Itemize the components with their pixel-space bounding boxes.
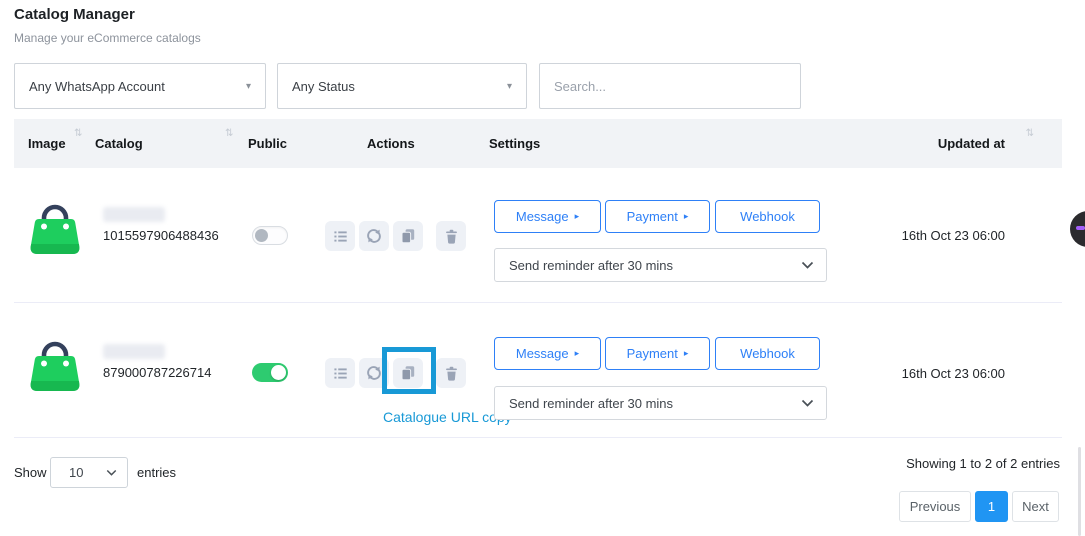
reminder-select[interactable]: Send reminder after 30 mins [494,386,827,420]
column-header-updated-at[interactable]: Updated at [938,136,1005,151]
delete-button[interactable] [436,358,466,388]
catalog-id: 879000787226714 [103,365,211,380]
sort-icon[interactable]: ⇅ [1026,128,1034,139]
delete-button[interactable] [436,221,466,251]
chevron-down-icon [801,399,814,408]
catalog-manager-page: Catalog Manager Manage your eCommerce ca… [0,0,1085,536]
catalog-name-redacted [103,207,165,222]
chevron-down-icon [106,469,117,477]
pagination-next-button[interactable]: Next [1012,491,1059,522]
entries-label: entries [137,465,176,480]
column-header-actions: Actions [367,136,415,151]
message-settings-label: Message [516,346,569,361]
reminder-select-value: Send reminder after 30 mins [509,396,673,411]
table-bottom-divider [14,437,1062,438]
webhook-settings-button[interactable]: Webhook [715,200,820,233]
copy-catalogue-url-button[interactable] [393,221,423,251]
dropdown-caret-icon: ▾ [246,81,251,92]
list-icon [333,229,348,244]
message-settings-button[interactable]: Message ▸ [494,200,601,233]
message-settings-button[interactable]: Message ▸ [494,337,601,370]
whatsapp-account-dropdown[interactable]: Any WhatsApp Account ▾ [14,63,266,109]
refresh-icon [366,365,382,381]
catalog-id: 1015597906488436 [103,228,219,243]
chevron-down-icon [801,261,814,270]
annotation-highlight-box [382,347,436,394]
refresh-icon [366,228,382,244]
status-dropdown-value: Any Status [292,79,355,94]
payment-settings-button[interactable]: Payment ▸ [605,200,710,233]
search-input[interactable] [539,63,801,109]
payment-settings-label: Payment [627,209,678,224]
list-items-button[interactable] [325,358,355,388]
status-dropdown[interactable]: Any Status ▾ [277,63,527,109]
public-toggle[interactable] [252,363,288,382]
page-size-value: 10 [69,465,83,480]
chat-widget-button[interactable] [1070,211,1085,247]
entries-summary: Showing 1 to 2 of 2 entries [906,456,1060,471]
annotation-label: Catalogue URL copy [383,409,512,425]
message-settings-label: Message [516,209,569,224]
catalog-name-redacted [103,344,165,359]
page-subtitle: Manage your eCommerce catalogs [14,31,201,45]
chat-widget-icon [1076,226,1085,230]
row-divider [14,302,1062,303]
webhook-settings-button[interactable]: Webhook [715,337,820,370]
catalog-bag-image [30,197,80,255]
show-label: Show [14,465,47,480]
copy-icon [400,228,416,244]
column-header-catalog[interactable]: Catalog [95,136,143,151]
list-items-button[interactable] [325,221,355,251]
whatsapp-account-dropdown-value: Any WhatsApp Account [29,79,165,94]
pagination-previous-button[interactable]: Previous [899,491,971,522]
submenu-caret-icon: ▸ [684,212,689,221]
webhook-settings-label: Webhook [740,346,795,361]
pagination-page-1-button[interactable]: 1 [975,491,1008,522]
refresh-button[interactable] [359,221,389,251]
webhook-settings-label: Webhook [740,209,795,224]
table-header: Image ⇅ Catalog ⇅ Public Actions Setting… [14,119,1062,168]
reminder-select-value: Send reminder after 30 mins [509,258,673,273]
trash-icon [444,229,459,244]
vertical-scrollbar[interactable] [1078,447,1081,536]
dropdown-caret-icon: ▾ [507,81,512,92]
page-title: Catalog Manager [14,6,135,23]
column-header-public: Public [248,136,287,151]
updated-at: 16th Oct 23 06:00 [902,228,1005,243]
sort-icon[interactable]: ⇅ [74,128,82,139]
sort-icon[interactable]: ⇅ [225,128,233,139]
column-header-settings: Settings [489,136,540,151]
list-icon [333,366,348,381]
submenu-caret-icon: ▸ [575,212,580,221]
payment-settings-button[interactable]: Payment ▸ [605,337,710,370]
trash-icon [444,366,459,381]
updated-at: 16th Oct 23 06:00 [902,366,1005,381]
reminder-select[interactable]: Send reminder after 30 mins [494,248,827,282]
payment-settings-label: Payment [627,346,678,361]
public-toggle[interactable] [252,226,288,245]
page-size-select[interactable]: 10 [50,457,128,488]
catalog-bag-image [30,334,80,392]
column-header-image[interactable]: Image [28,136,66,151]
submenu-caret-icon: ▸ [575,349,580,358]
submenu-caret-icon: ▸ [684,349,689,358]
